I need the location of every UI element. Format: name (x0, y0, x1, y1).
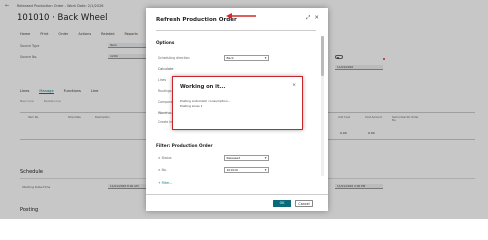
expand-icon[interactable]: ⤢ (306, 15, 310, 22)
working-progress-text: Posting Lines 1 (180, 104, 203, 108)
cancel-button[interactable]: Cancel (295, 200, 313, 207)
working-title: Working on it... (180, 84, 226, 90)
calc-lines-label: Lines (158, 78, 167, 82)
chevron-down-icon: ▾ (264, 56, 267, 60)
calculate-heading: Calculate (158, 67, 174, 71)
chevron-down-icon: ▾ (264, 168, 267, 172)
scheduling-direction-label: Scheduling direction (158, 56, 190, 60)
no-filter-label[interactable]: × No. (158, 168, 167, 172)
scheduling-direction-value: Back (226, 56, 234, 60)
scrollbar-thumb[interactable] (321, 36, 324, 76)
dialog-title: Refresh Production Order (156, 17, 237, 23)
close-icon[interactable]: ✕ (314, 15, 319, 22)
ok-button[interactable]: OK (273, 200, 291, 207)
add-filter-link[interactable]: + Filter... (158, 181, 172, 185)
status-filter-value: Released (226, 156, 241, 160)
no-filter-value: 101010 (226, 168, 238, 172)
scheduling-direction-select[interactable]: Back ▾ (224, 55, 269, 61)
dialog-window-controls: ⤢ ✕ (306, 15, 319, 22)
working-progress-dialog: Working on it... × Posting Automatic con… (172, 76, 303, 130)
footer-divider (146, 194, 328, 195)
options-heading[interactable]: Options (156, 40, 174, 45)
status-filter-label[interactable]: × Status (158, 156, 171, 160)
close-icon[interactable]: × (292, 83, 296, 88)
title-divider (156, 30, 316, 31)
filter-heading[interactable]: Filter: Production Order (156, 143, 213, 148)
status-filter-select[interactable]: Released ▾ (224, 155, 269, 161)
no-filter-input[interactable]: 101010 ▾ (224, 167, 269, 173)
annotation-arrow-icon (226, 13, 256, 19)
working-message: Posting Automatic consumption... (180, 99, 231, 103)
calc-routings-label: Routings (158, 89, 172, 93)
chevron-down-icon: ▾ (264, 156, 267, 160)
